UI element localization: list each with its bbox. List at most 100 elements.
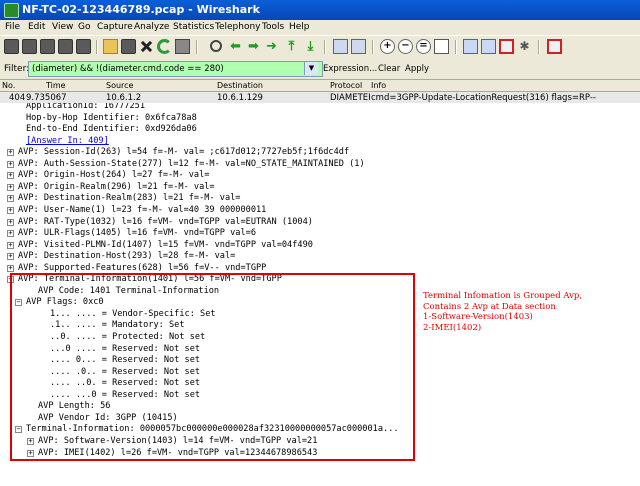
- tree-item[interactable]: + AVP: Visited-PLMN-Id(1407) l=15 f=VM- v…: [0, 240, 640, 251]
- menu-telephony[interactable]: Telephony: [215, 22, 261, 32]
- go-first-icon[interactable]: ⤒: [284, 39, 299, 54]
- restart-capture-icon[interactable]: [76, 39, 91, 54]
- clear-filter-button[interactable]: Clear: [378, 64, 400, 74]
- expand-icon[interactable]: +: [7, 149, 14, 157]
- tree-item[interactable]: ...0 .... = Reserved: Not set: [0, 344, 640, 355]
- expand-icon[interactable]: +: [7, 183, 14, 191]
- packet-row[interactable]: 404 9.735067 10.6.1.2 10.6.1.129 DIAMETE…: [0, 92, 640, 103]
- stop-capture-icon[interactable]: [58, 39, 73, 54]
- tree-item-label: .... ..0. = Reserved: Not set: [50, 378, 201, 389]
- tree-item[interactable]: + AVP: Auth-Session-State(277) l=12 f=-M-…: [0, 159, 640, 170]
- resize-columns-icon[interactable]: [434, 39, 449, 54]
- expand-icon[interactable]: +: [27, 437, 34, 445]
- menu-capture[interactable]: Capture: [97, 22, 133, 32]
- close-file-icon[interactable]: [139, 39, 154, 54]
- tree-item[interactable]: End-to-End Identifier: 0xd926da06: [0, 124, 640, 135]
- go-forward-icon[interactable]: ➡: [246, 39, 261, 54]
- save-file-icon[interactable]: [121, 39, 136, 54]
- tree-item[interactable]: + AVP: Session-Id(263) l=54 f=-M- val= ;c…: [0, 147, 640, 158]
- menu-tools[interactable]: Tools: [262, 22, 284, 32]
- tree-item[interactable]: .... ...0 = Reserved: Not set: [0, 390, 640, 401]
- go-to-packet-icon[interactable]: ➜: [264, 39, 279, 54]
- open-file-icon[interactable]: [103, 39, 118, 54]
- reload-icon[interactable]: [157, 39, 172, 54]
- tree-item[interactable]: ApplicationId: 16777251: [0, 103, 640, 112]
- expand-icon[interactable]: +: [7, 172, 14, 180]
- column-header-source[interactable]: Source: [106, 81, 133, 90]
- expand-icon[interactable]: +: [7, 253, 14, 261]
- menu-view[interactable]: View: [52, 22, 73, 32]
- tree-item[interactable]: − AVP: Terminal-Information(1401) l=56 f=…: [0, 274, 640, 285]
- answer-in-link[interactable]: [Answer In: 409]: [26, 136, 109, 147]
- expand-icon[interactable]: +: [7, 195, 14, 203]
- tree-item[interactable]: .... 0... = Reserved: Not set: [0, 355, 640, 366]
- capture-filters-icon[interactable]: [463, 39, 478, 54]
- tree-item[interactable]: + AVP: User-Name(1) l=23 f=-M- val=40 39 …: [0, 205, 640, 216]
- filter-dropdown-icon[interactable]: ▼: [304, 62, 318, 75]
- filter-label: Filter:: [4, 64, 30, 74]
- find-packet-icon[interactable]: [210, 40, 222, 52]
- expand-icon[interactable]: +: [27, 449, 34, 457]
- column-header-destination[interactable]: Destination: [217, 81, 263, 90]
- tree-item[interactable]: + AVP: Origin-Host(264) l=27 f=-M- val=: [0, 170, 640, 181]
- menu-statistics[interactable]: Statistics: [173, 22, 214, 32]
- tree-item[interactable]: + AVP: Destination-Host(293) l=28 f=-M- v…: [0, 251, 640, 262]
- collapse-icon[interactable]: −: [15, 426, 22, 434]
- tree-item[interactable]: + AVP: IMEI(1402) l=26 f=VM- vnd=TGPP val…: [0, 448, 640, 459]
- apply-filter-button[interactable]: Apply: [405, 64, 429, 74]
- tree-item[interactable]: + AVP: Supported-Features(628) l=56 f=V--…: [0, 263, 640, 274]
- tree-item-label: AVP: User-Name(1) l=23 f=-M- val=40 39 0…: [18, 204, 267, 215]
- collapse-icon[interactable]: −: [7, 276, 14, 284]
- interfaces-icon[interactable]: [4, 39, 19, 54]
- normal-size-icon[interactable]: =: [416, 39, 431, 54]
- tree-item-label: AVP: Software-Version(1403) l=14 f=VM- v…: [38, 435, 318, 446]
- start-capture-icon[interactable]: [40, 39, 55, 54]
- column-header-time[interactable]: Time: [46, 81, 66, 90]
- expand-icon[interactable]: +: [7, 206, 14, 214]
- tree-item[interactable]: + AVP: RAT-Type(1032) l=16 f=VM- vnd=TGPP…: [0, 217, 640, 228]
- zoom-in-icon[interactable]: +: [380, 39, 395, 54]
- title-bar: NF-TC-02-123446789.pcap - Wireshark: [0, 0, 640, 20]
- tree-item[interactable]: .... ..0. = Reserved: Not set: [0, 378, 640, 389]
- colorize-icon[interactable]: [333, 39, 348, 54]
- collapse-icon[interactable]: −: [15, 299, 22, 307]
- expand-icon[interactable]: +: [7, 160, 14, 168]
- tree-item-label: AVP: Destination-Host(293) l=28 f=-M- va…: [18, 251, 236, 262]
- expand-icon[interactable]: +: [7, 230, 14, 238]
- help-icon[interactable]: [547, 39, 562, 54]
- expand-icon[interactable]: +: [7, 241, 14, 249]
- tree-item[interactable]: Hop-by-Hop Identifier: 0x6fca78a8: [0, 113, 640, 124]
- tree-item[interactable]: + AVP: Destination-Realm(283) l=21 f=-M- …: [0, 193, 640, 204]
- tree-item[interactable]: .... .0.. = Reserved: Not set: [0, 367, 640, 378]
- tree-item[interactable]: ..0. .... = Protected: Not set: [0, 332, 640, 343]
- menu-help[interactable]: Help: [289, 22, 310, 32]
- menu-edit[interactable]: Edit: [28, 22, 45, 32]
- tree-item[interactable]: + AVP: ULR-Flags(1405) l=16 f=VM- vnd=TGP…: [0, 228, 640, 239]
- tree-item[interactable]: [Answer In: 409]: [0, 136, 640, 147]
- display-filter-input[interactable]: (diameter) && !(diameter.cmd.code == 280…: [28, 61, 323, 77]
- print-icon[interactable]: [175, 39, 190, 54]
- zoom-out-icon[interactable]: −: [398, 39, 413, 54]
- auto-scroll-icon[interactable]: [351, 39, 366, 54]
- menu-go[interactable]: Go: [78, 22, 90, 32]
- tree-item[interactable]: + AVP: Origin-Realm(296) l=21 f=-M- val=: [0, 182, 640, 193]
- display-filters-icon[interactable]: [481, 39, 496, 54]
- expand-icon[interactable]: +: [7, 218, 14, 226]
- tree-item[interactable]: AVP Vendor Id: 3GPP (10415): [0, 413, 640, 424]
- menu-analyze[interactable]: Analyze: [134, 22, 169, 32]
- tree-item-label: .... 0... = Reserved: Not set: [50, 355, 201, 366]
- capture-options-icon[interactable]: [22, 39, 37, 54]
- go-back-icon[interactable]: ⬅: [228, 39, 243, 54]
- tree-item[interactable]: AVP Length: 56: [0, 401, 640, 412]
- column-header-protocol[interactable]: Protocol: [330, 81, 362, 90]
- tree-item[interactable]: + AVP: Software-Version(1403) l=14 f=VM- …: [0, 436, 640, 447]
- column-header-no[interactable]: No.: [2, 81, 15, 90]
- coloring-rules-icon[interactable]: [499, 39, 514, 54]
- tree-item[interactable]: − Terminal-Information: 0000057bc000000e0…: [0, 424, 640, 435]
- column-header-info[interactable]: Info: [371, 81, 386, 90]
- menu-file[interactable]: File: [5, 22, 20, 32]
- go-last-icon[interactable]: ⤓: [303, 39, 318, 54]
- expression-button[interactable]: Expression...: [323, 64, 377, 74]
- expand-icon[interactable]: +: [7, 264, 14, 272]
- preferences-icon[interactable]: ✱: [517, 39, 532, 54]
